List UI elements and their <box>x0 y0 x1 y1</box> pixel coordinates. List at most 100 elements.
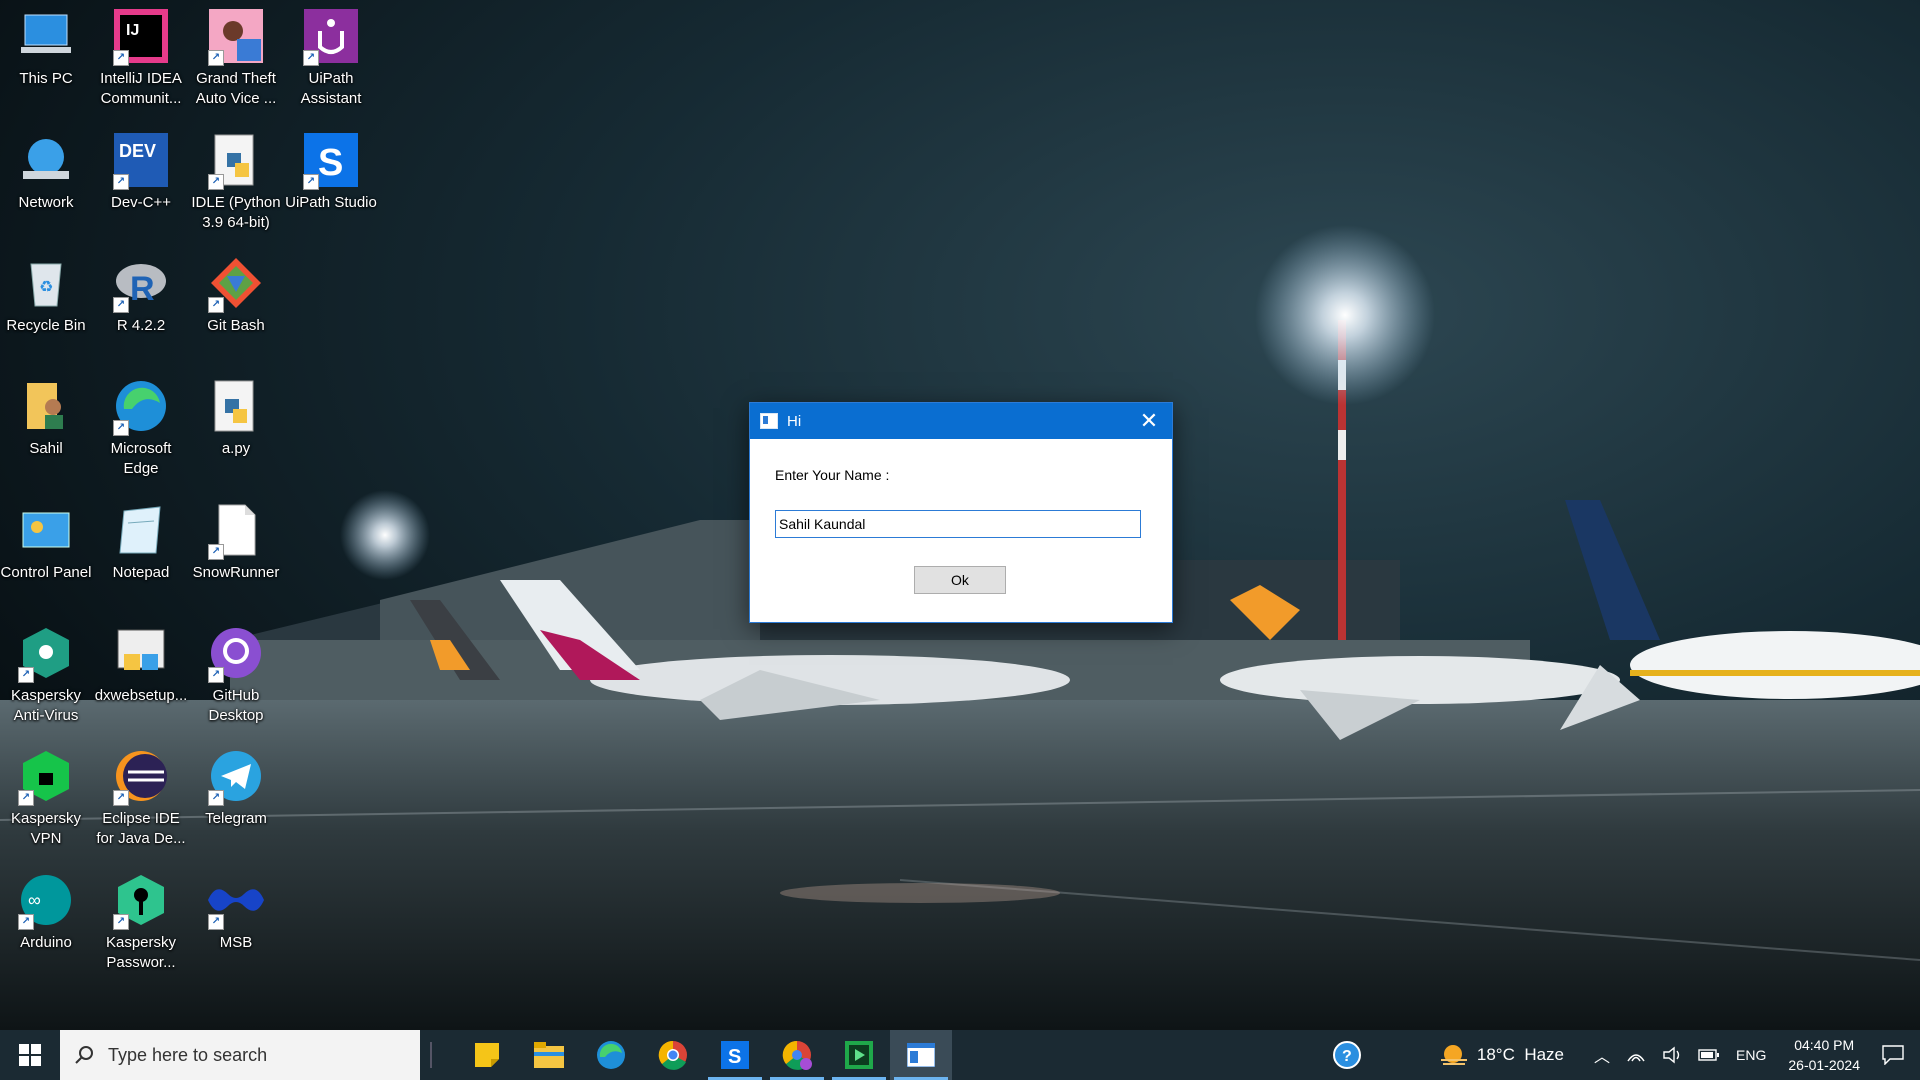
desktop-icon-eclipse[interactable]: ↗ Eclipse IDE for Java De... <box>95 746 187 849</box>
language-indicator[interactable]: ENG <box>1736 1047 1766 1063</box>
blank-file-icon: ↗ <box>206 500 266 560</box>
taskbar-app-camtasia[interactable] <box>828 1030 890 1080</box>
taskbar-app-chrome[interactable] <box>642 1030 704 1080</box>
shortcut-arrow-icon: ↗ <box>113 914 129 930</box>
desktop-icon-kaspersky-antivirus[interactable]: ↗ Kaspersky Anti-Virus <box>0 623 92 726</box>
shortcut-arrow-icon: ↗ <box>113 297 129 313</box>
desktop-icon-label: Microsoft Edge <box>110 440 172 477</box>
close-icon: ✕ <box>1139 408 1159 433</box>
help-icon: ? <box>1332 1041 1361 1069</box>
name-input[interactable] <box>775 510 1141 538</box>
desktop-icon-git-bash[interactable]: ↗ Git Bash <box>190 253 282 336</box>
shortcut-arrow-icon: ↗ <box>113 174 129 190</box>
taskbar-app-sticky-notes[interactable] <box>456 1030 518 1080</box>
search-placeholder: Type here to search <box>108 1044 268 1065</box>
desktop-icon-label: Kaspersky Passwor... <box>105 934 177 971</box>
windows-logo-icon <box>19 1044 41 1066</box>
this-pc-icon <box>16 6 76 66</box>
desktop-icon-dev-cpp[interactable]: DEV ↗ Dev-C++ <box>95 130 187 213</box>
desktop-icon-r[interactable]: R ↗ R 4.2.2 <box>95 253 187 336</box>
dialog-titlebar[interactable]: Hi ✕ <box>750 403 1172 439</box>
user-folder-icon <box>16 376 76 436</box>
volume-button[interactable] <box>1662 1046 1682 1064</box>
desktop-icon-label: R 4.2.2 <box>116 317 166 334</box>
svg-text:IJ: IJ <box>126 22 139 39</box>
desktop-icon-label: This PC <box>19 70 73 87</box>
python-file-icon <box>206 376 266 436</box>
svg-text:DEV: DEV <box>119 141 156 161</box>
desktop-icon-label: Sahil <box>29 440 63 457</box>
desktop-icon-telegram[interactable]: ↗ Telegram <box>190 746 282 829</box>
shortcut-arrow-icon: ↗ <box>18 667 34 683</box>
show-hidden-icons-button[interactable]: ︿ <box>1594 1043 1610 1067</box>
notifications-button[interactable] <box>1882 1045 1904 1065</box>
shortcut-arrow-icon: ↗ <box>208 297 224 313</box>
desktop-icon-notepad[interactable]: Notepad <box>95 500 187 583</box>
help-button[interactable]: ? <box>1332 1041 1361 1069</box>
desktop-icon-snowrunner[interactable]: ↗ SnowRunner <box>190 500 282 583</box>
edge-icon: ↗ <box>111 376 171 436</box>
eclipse-icon: ↗ <box>111 746 171 806</box>
control-panel-icon <box>16 500 76 560</box>
folder-icon <box>534 1042 564 1068</box>
desktop-icon-label: UiPath Assistant <box>300 70 362 107</box>
battery-button[interactable] <box>1698 1049 1720 1061</box>
camtasia-icon <box>845 1041 873 1069</box>
clock-time: 04:40 PM <box>1794 1037 1855 1053</box>
recycle-bin-icon: ♻ <box>16 253 76 313</box>
desktop-icon-uipath-assistant[interactable]: ↗ UiPath Assistant <box>285 6 377 109</box>
desktop-icon-dxwebsetup[interactable]: dxwebsetup... <box>95 623 187 706</box>
search-icon <box>75 1046 93 1064</box>
uipath-studio-icon: S ↗ <box>301 130 361 190</box>
network-icon <box>16 130 76 190</box>
desktop-icon-sahil[interactable]: Sahil <box>0 376 92 459</box>
taskbar-clock[interactable]: 04:40 PM 26-01-2024 <box>1788 1035 1860 1075</box>
desktop-icon-this-pc[interactable]: This PC <box>0 6 92 89</box>
desktop-icon-network[interactable]: Network <box>0 130 92 213</box>
taskbar-search-box[interactable]: Type here to search <box>60 1030 420 1080</box>
desktop-icon-uipath-studio[interactable]: S ↗ UiPath Studio <box>285 130 377 213</box>
desktop-icon-kaspersky-vpn[interactable]: ↗ Kaspersky VPN <box>0 746 92 849</box>
close-button[interactable]: ✕ <box>1126 403 1172 439</box>
desktop-icon-msb[interactable]: ↗ MSB <box>190 870 282 953</box>
desktop-icon-recycle-bin[interactable]: ♻ Recycle Bin <box>0 253 92 336</box>
desktop-icon-label: Eclipse IDE for Java De... <box>96 810 186 847</box>
desktop-icon-label: Dev-C++ <box>110 194 172 211</box>
taskbar-app-edge[interactable] <box>580 1030 642 1080</box>
shortcut-arrow-icon: ↗ <box>18 914 34 930</box>
svg-text:∞: ∞ <box>28 890 41 910</box>
taskbar: Type here to search S ? 18°C Haze ︿ ENG … <box>0 1030 1920 1080</box>
desktop-icon-label: Kaspersky VPN <box>10 810 82 847</box>
shortcut-arrow-icon: ↗ <box>113 420 129 436</box>
window-app-icon <box>760 413 778 429</box>
taskbar-app-chrome-profile[interactable] <box>766 1030 828 1080</box>
shortcut-arrow-icon: ↗ <box>18 790 34 806</box>
desktop-icon-intellij[interactable]: IJ ↗ IntelliJ IDEA Communit... <box>95 6 187 109</box>
uipath-assistant-icon: ↗ <box>301 6 361 66</box>
svg-text:?: ? <box>1342 1048 1352 1065</box>
edge-icon <box>597 1041 625 1069</box>
desktop-icon-gta-vice[interactable]: ↗ Grand Theft Auto Vice ... <box>190 6 282 109</box>
desktop-icon-microsoft-edge[interactable]: ↗ Microsoft Edge <box>95 376 187 479</box>
shortcut-arrow-icon: ↗ <box>208 544 224 560</box>
dxwebsetup-icon <box>111 623 171 683</box>
python-idle-icon: ↗ <box>206 130 266 190</box>
shortcut-arrow-icon: ↗ <box>303 174 319 190</box>
desktop-icon-kaspersky-password[interactable]: ↗ Kaspersky Passwor... <box>95 870 187 973</box>
taskbar-app-dialog-window[interactable] <box>890 1030 952 1080</box>
desktop-icon-arduino[interactable]: ∞ ↗ Arduino <box>0 870 92 953</box>
desktop-icon-github-desktop[interactable]: ↗ GitHub Desktop <box>190 623 282 726</box>
ok-button[interactable]: Ok <box>914 566 1006 594</box>
start-button[interactable] <box>0 1030 60 1080</box>
network-status-button[interactable] <box>1626 1047 1646 1063</box>
desktop-icon-idle-python[interactable]: ↗ IDLE (Python 3.9 64-bit) <box>190 130 282 233</box>
desktop-icon-label: UiPath Studio <box>285 194 377 211</box>
taskbar-app-uipath-studio[interactable]: S <box>704 1030 766 1080</box>
desktop-icon-a-py[interactable]: a.py <box>190 376 282 459</box>
desktop-icon-label: GitHub Desktop <box>208 687 264 724</box>
taskbar-app-file-explorer[interactable] <box>518 1030 580 1080</box>
weather-widget[interactable]: 18°C Haze <box>1439 1042 1564 1068</box>
desktop-icon-control-panel[interactable]: Control Panel <box>0 500 92 583</box>
shortcut-arrow-icon: ↗ <box>113 50 129 66</box>
desktop-icon-label: Git Bash <box>207 317 265 334</box>
